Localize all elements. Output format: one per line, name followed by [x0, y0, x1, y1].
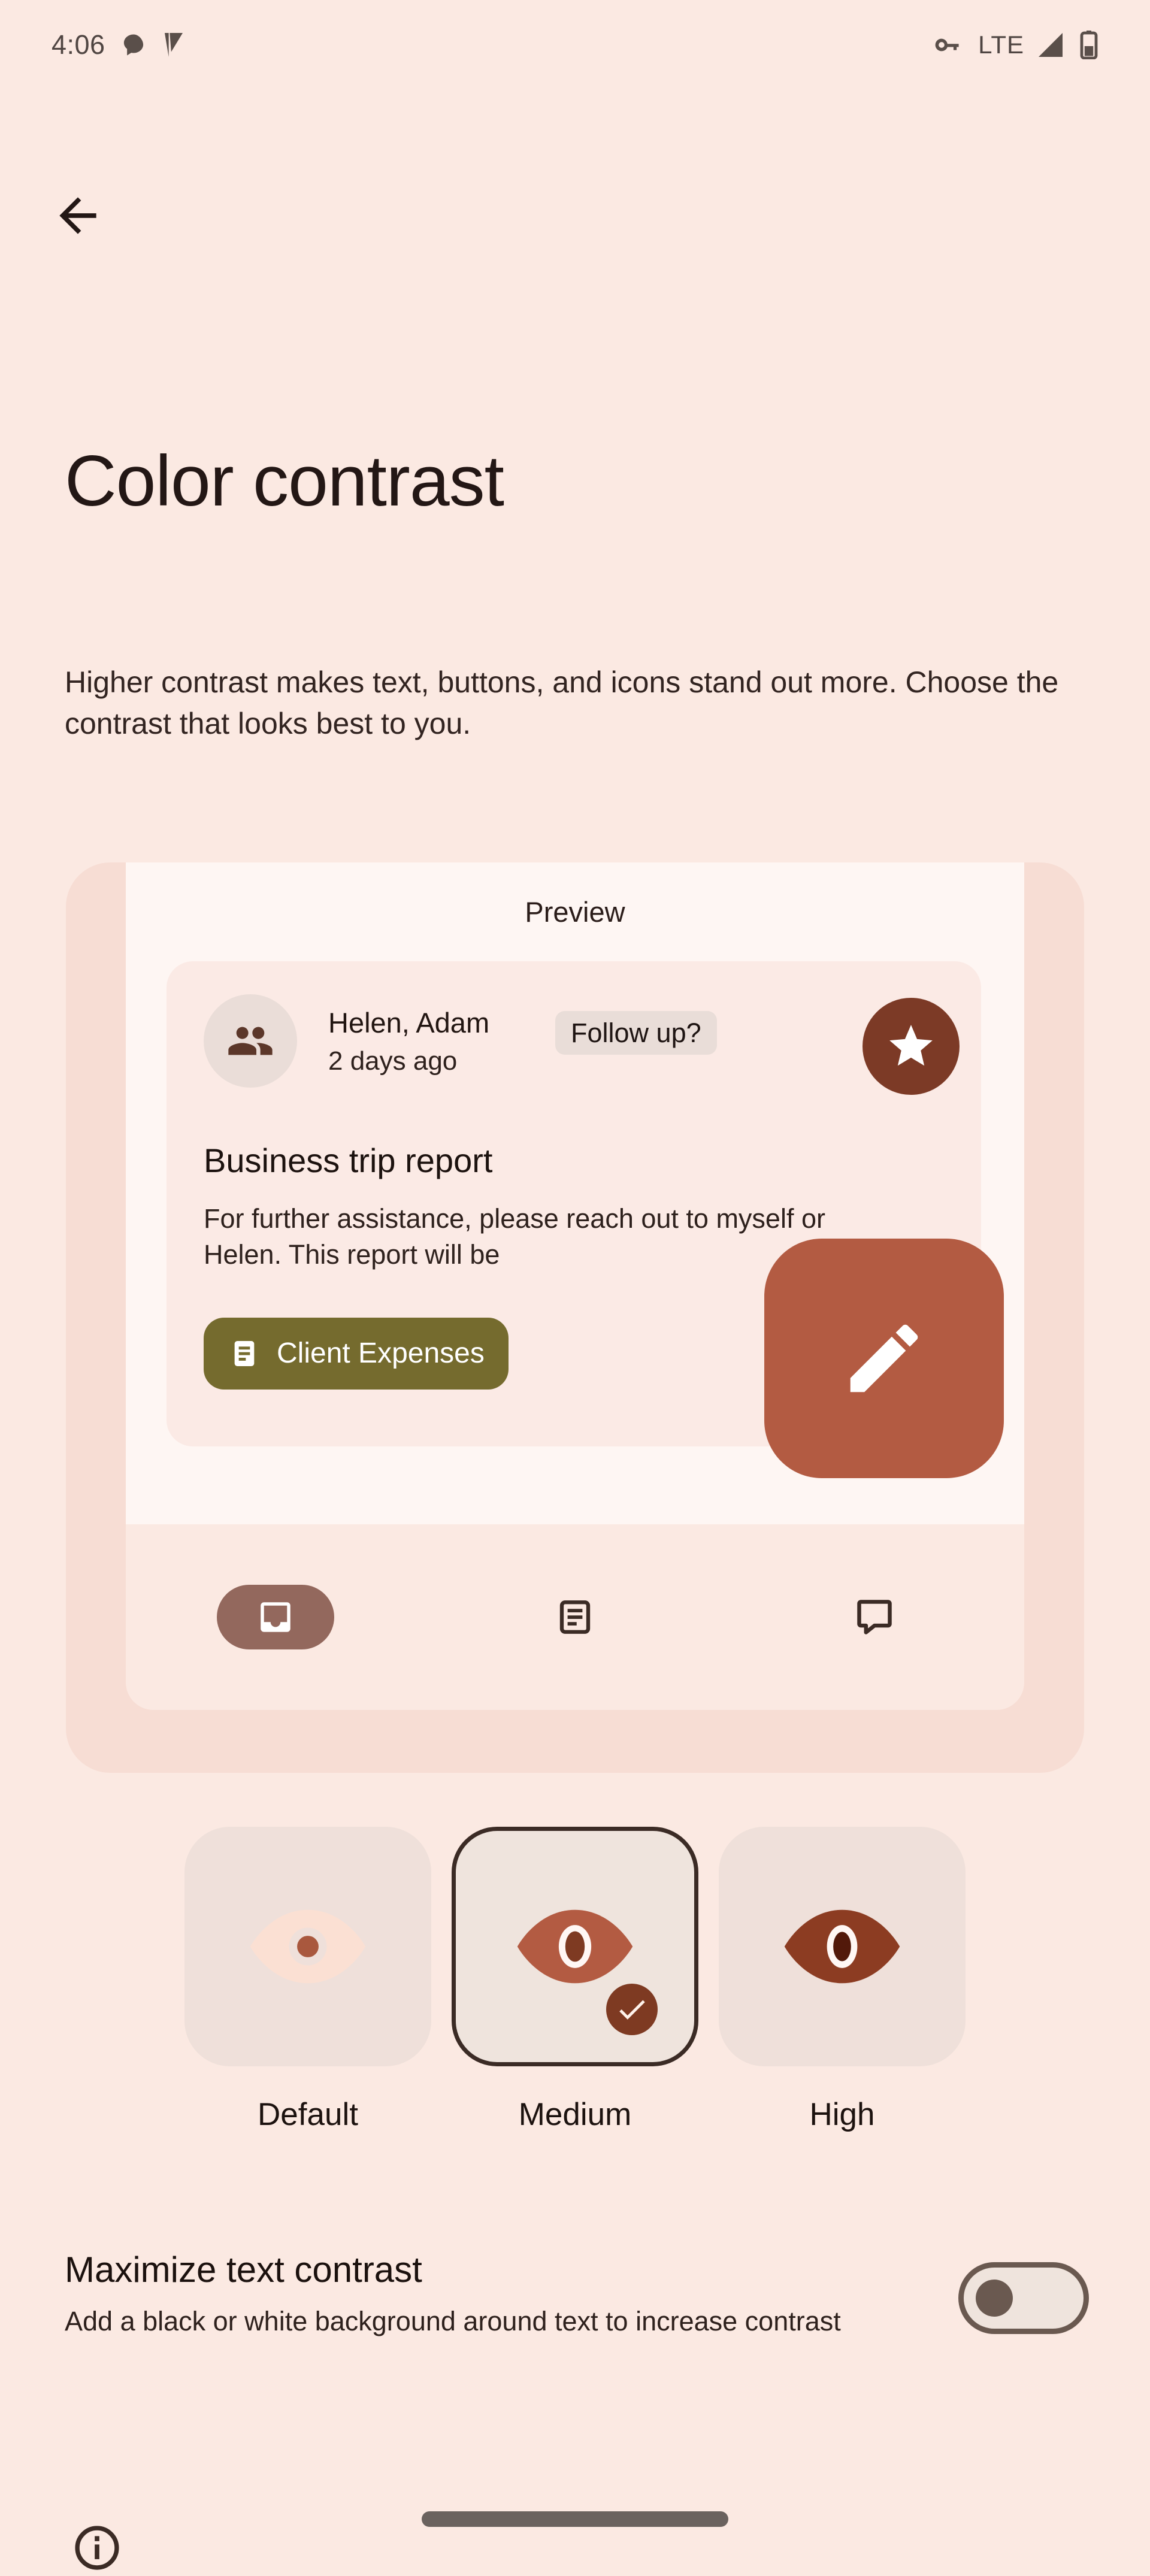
preview-bottom-nav — [126, 1524, 1024, 1710]
contrast-option-medium[interactable]: Medium — [452, 1827, 698, 2133]
gesture-navigation-bar[interactable] — [422, 2511, 728, 2527]
nav-item-inbox[interactable] — [126, 1585, 425, 1649]
contrast-options: Default Medium — [0, 1827, 1150, 2133]
maximize-text-contrast-row[interactable]: Maximize text contrast Add a black or wh… — [65, 2249, 1089, 2339]
status-bar: 4:06 LTE — [0, 0, 1150, 90]
eye-icon — [779, 1884, 905, 2009]
star-icon — [885, 1021, 937, 1072]
article-icon — [555, 1597, 595, 1637]
chat-icon — [854, 1597, 895, 1637]
attachment-chip[interactable]: Client Expenses — [204, 1318, 509, 1390]
arrow-back-icon — [50, 188, 105, 243]
battery-icon — [1079, 31, 1098, 59]
phone-screen: 4:06 LTE — [0, 0, 1150, 2556]
check-icon — [615, 1992, 649, 2027]
nav-item-articles[interactable] — [425, 1597, 725, 1637]
signal-cellular-icon — [1037, 32, 1066, 58]
maximize-subtitle: Add a black or white background around t… — [65, 2303, 891, 2339]
triangle-flag-icon — [162, 32, 186, 58]
inbox-icon — [256, 1597, 295, 1637]
email-header — [204, 994, 297, 1088]
selected-check-badge — [601, 1978, 663, 2041]
maximize-text-block: Maximize text contrast Add a black or wh… — [65, 2249, 891, 2339]
nav-selected-pill — [217, 1585, 334, 1649]
email-timestamp: 2 days ago — [328, 1045, 489, 1077]
email-subject: Business trip report — [204, 1141, 862, 1180]
avatar[interactable] — [204, 994, 297, 1088]
preview-label: Preview — [126, 895, 1024, 928]
chat-bubble-icon — [121, 32, 146, 57]
sender-name: Helen, Adam — [328, 1006, 489, 1040]
compose-fab[interactable] — [764, 1239, 1004, 1478]
sender-block: Helen, Adam 2 days ago — [328, 1006, 489, 1077]
people-icon — [226, 1017, 274, 1065]
page-description: Higher contrast makes text, buttons, and… — [65, 662, 1083, 744]
contrast-label-high: High — [809, 2096, 874, 2133]
status-bar-left: 4:06 — [52, 29, 186, 60]
starred-badge[interactable] — [862, 998, 960, 1095]
contrast-label-medium: Medium — [519, 2096, 632, 2133]
maximize-toggle[interactable] — [958, 2262, 1089, 2334]
contrast-tile-medium[interactable] — [452, 1827, 698, 2066]
contrast-tile-high[interactable] — [719, 1827, 966, 2066]
status-bar-right: LTE — [934, 31, 1098, 59]
contrast-label-default: Default — [258, 2096, 358, 2133]
contrast-option-default[interactable]: Default — [184, 1827, 431, 2133]
document-icon — [228, 1337, 261, 1370]
vpn-key-icon — [934, 34, 965, 56]
contrast-option-high[interactable]: High — [719, 1827, 966, 2133]
eye-icon — [245, 1884, 371, 2009]
follow-up-chip[interactable]: Follow up? — [555, 1011, 717, 1055]
status-time: 4:06 — [52, 29, 105, 60]
maximize-title: Maximize text contrast — [65, 2249, 891, 2290]
attachment-label: Client Expenses — [277, 1339, 485, 1368]
info-button[interactable] — [72, 2523, 122, 2576]
edit-pencil-icon — [839, 1313, 929, 1403]
nav-item-chat[interactable] — [725, 1597, 1024, 1637]
network-label: LTE — [978, 31, 1024, 59]
toggle-knob — [976, 2280, 1013, 2317]
contrast-tile-default[interactable] — [184, 1827, 431, 2066]
back-button[interactable] — [42, 180, 114, 252]
page-title: Color contrast — [65, 443, 1023, 519]
info-icon — [72, 2523, 122, 2573]
